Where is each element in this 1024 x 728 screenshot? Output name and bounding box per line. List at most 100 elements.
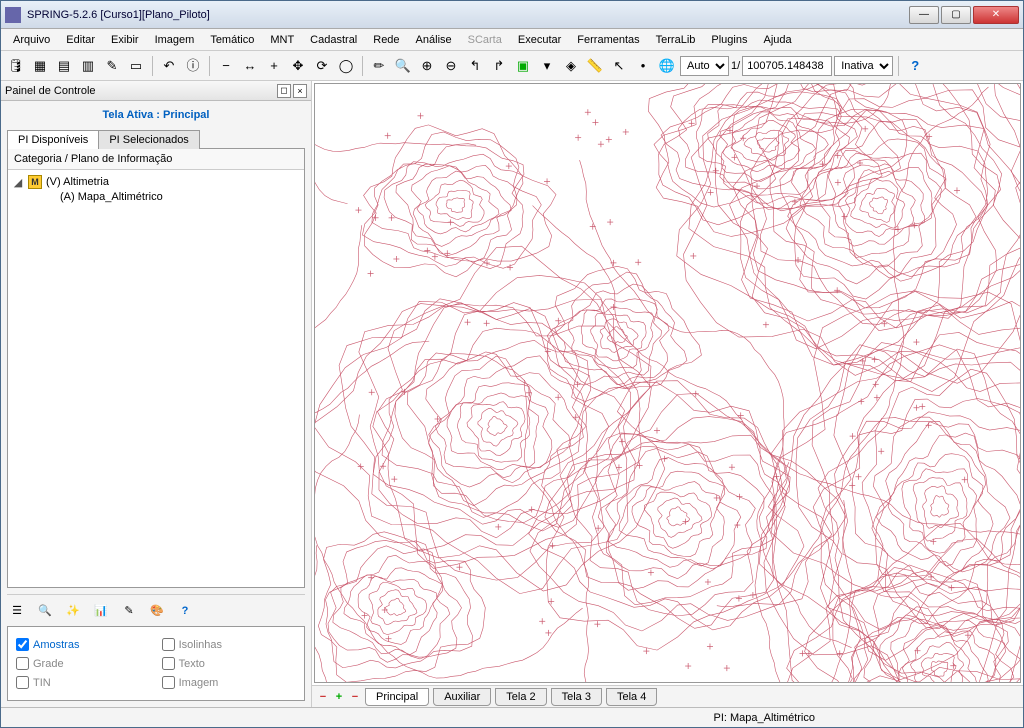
tab-pi-disponiveis[interactable]: PI Disponíveis xyxy=(7,130,99,149)
check-grade[interactable]: Grade xyxy=(16,657,150,670)
lasso-icon[interactable]: ◯ xyxy=(335,55,357,77)
canvas-area: − + − Principal Auxiliar Tela 2 Tela 3 T… xyxy=(312,81,1023,707)
contour-lines xyxy=(315,84,1020,683)
menu-plugins[interactable]: Plugins xyxy=(703,32,755,48)
list-icon[interactable]: ☰ xyxy=(7,601,27,621)
checkbox-grade[interactable] xyxy=(16,657,29,670)
scale-ratio-label: 1/ xyxy=(731,60,740,72)
maximize-button[interactable]: ▢ xyxy=(941,6,971,24)
check-imagem[interactable]: Imagem xyxy=(162,676,296,689)
window-title: SPRING-5.2.6 [Curso1][Plano_Piloto] xyxy=(27,9,909,21)
zoom-icon[interactable]: 🔍 xyxy=(392,55,414,77)
tree-category-label: (V) Altimetria xyxy=(46,176,109,188)
app-window: SPRING-5.2.6 [Curso1][Plano_Piloto] — ▢ … xyxy=(0,0,1024,728)
tree-body: ◢ M (V) Altimetria (A) Mapa_Altimétrico xyxy=(8,170,304,587)
checkbox-imagem[interactable] xyxy=(162,676,175,689)
check-tin[interactable]: TIN xyxy=(16,676,150,689)
tree-category-row[interactable]: ◢ M (V) Altimetria xyxy=(10,174,302,190)
menu-rede[interactable]: Rede xyxy=(365,32,407,48)
tree-header: Categoria / Plano de Informação xyxy=(8,149,304,170)
menu-analise[interactable]: Análise xyxy=(408,32,460,48)
move-icon[interactable]: ✥ xyxy=(287,55,309,77)
measure-icon[interactable]: 📏 xyxy=(584,55,606,77)
scale-mode-select[interactable]: Auto xyxy=(680,56,729,76)
menu-editar[interactable]: Editar xyxy=(58,32,103,48)
minimize-button[interactable]: — xyxy=(909,6,939,24)
tab-remove-icon[interactable]: − xyxy=(316,690,330,704)
next-icon[interactable]: ↱ xyxy=(488,55,510,77)
help-icon[interactable]: ? xyxy=(904,55,926,77)
panel-title: Painel de Controle xyxy=(5,85,96,97)
zoom-out-icon[interactable]: − xyxy=(215,55,237,77)
palette-icon[interactable]: 🎨 xyxy=(147,601,167,621)
select-rect-icon[interactable]: ▭ xyxy=(125,55,147,77)
layers-icon[interactable]: ▦ xyxy=(29,55,51,77)
tab-tela2[interactable]: Tela 2 xyxy=(495,688,546,706)
tree-collapse-icon[interactable]: ◢ xyxy=(12,176,24,189)
extent-icon[interactable]: ▣ xyxy=(512,55,534,77)
check-amostras[interactable]: Amostras xyxy=(16,638,150,651)
chart-icon[interactable]: 📊 xyxy=(91,601,111,621)
active-screen-label: Tela Ativa : Principal xyxy=(1,101,311,129)
checkbox-texto[interactable] xyxy=(162,657,175,670)
titlebar: SPRING-5.2.6 [Curso1][Plano_Piloto] — ▢ … xyxy=(1,1,1023,29)
help-panel-icon[interactable]: ? xyxy=(175,601,195,621)
scale-value-input[interactable] xyxy=(742,56,832,76)
table-icon[interactable]: ▥ xyxy=(77,55,99,77)
view-tabs: − + − Principal Auxiliar Tela 2 Tela 3 T… xyxy=(312,685,1023,707)
tree-layer-row[interactable]: (A) Mapa_Altimétrico xyxy=(10,190,302,204)
tab-auxiliar[interactable]: Auxiliar xyxy=(433,688,491,706)
menu-exibir[interactable]: Exibir xyxy=(103,32,147,48)
tab-tela3[interactable]: Tela 3 xyxy=(551,688,602,706)
pencil-icon[interactable]: ✏ xyxy=(368,55,390,77)
zoom-layer-icon[interactable]: ◈ xyxy=(560,55,582,77)
search-db-icon[interactable]: 🔍 xyxy=(35,601,55,621)
tab-tela4[interactable]: Tela 4 xyxy=(606,688,657,706)
menu-imagem[interactable]: Imagem xyxy=(147,32,203,48)
app-icon xyxy=(5,7,21,23)
undo-icon[interactable]: ↶ xyxy=(158,55,180,77)
toolbar: 🛢 ▦ ▤ ▥ ✎ ▭ ↶ ⓘ − ↔ + ✥ ⟳ ◯ ✏ 🔍 ⊕ ⊖ ↰ ↱ … xyxy=(1,51,1023,81)
menu-ferramentas[interactable]: Ferramentas xyxy=(569,32,647,48)
menu-scarta[interactable]: SCarta xyxy=(460,32,510,48)
magic-icon[interactable]: ✨ xyxy=(63,601,83,621)
globe-icon[interactable]: 🌐 xyxy=(656,55,678,77)
category-m-icon: M xyxy=(28,175,42,189)
menu-mnt[interactable]: MNT xyxy=(262,32,302,48)
map-view[interactable] xyxy=(314,83,1021,683)
pan-icon[interactable]: ↔ xyxy=(239,55,261,77)
menu-tematico[interactable]: Temático xyxy=(202,32,262,48)
menu-arquivo[interactable]: Arquivo xyxy=(5,32,58,48)
checkbox-tin[interactable] xyxy=(16,676,29,689)
checkbox-amostras[interactable] xyxy=(16,638,29,651)
refresh-icon[interactable]: ⟳ xyxy=(311,55,333,77)
zoom-minus-icon[interactable]: ⊖ xyxy=(440,55,462,77)
grid-icon[interactable]: ▤ xyxy=(53,55,75,77)
menu-terralib[interactable]: TerraLib xyxy=(648,32,704,48)
database-icon[interactable]: 🛢 xyxy=(5,55,27,77)
status-mode-select[interactable]: Inativa xyxy=(834,56,893,76)
marker-icon[interactable]: • xyxy=(632,55,654,77)
close-button[interactable]: ✕ xyxy=(973,6,1019,24)
zoom-plus-icon[interactable]: ⊕ xyxy=(416,55,438,77)
menu-ajuda[interactable]: Ajuda xyxy=(755,32,799,48)
prev-icon[interactable]: ↰ xyxy=(464,55,486,77)
dropdown-icon[interactable]: ▾ xyxy=(536,55,558,77)
pointer-icon[interactable]: ↖ xyxy=(608,55,630,77)
info-icon[interactable]: ⓘ xyxy=(182,55,204,77)
zoom-in-icon[interactable]: + xyxy=(263,55,285,77)
panel-close-button[interactable]: × xyxy=(293,84,307,98)
tab-principal[interactable]: Principal xyxy=(365,688,429,706)
menu-cadastral[interactable]: Cadastral xyxy=(302,32,365,48)
check-isolinhas[interactable]: Isolinhas xyxy=(162,638,296,651)
panel-undock-button[interactable]: ◻ xyxy=(277,84,291,98)
pencil-icon[interactable]: ✎ xyxy=(119,601,139,621)
tab-pi-selecionados[interactable]: PI Selecionados xyxy=(98,130,200,149)
statusbar: PI: Mapa_Altimétrico xyxy=(1,707,1023,727)
menu-executar[interactable]: Executar xyxy=(510,32,569,48)
tab-close-icon[interactable]: − xyxy=(348,690,362,704)
checkbox-isolinhas[interactable] xyxy=(162,638,175,651)
tab-add-icon[interactable]: + xyxy=(332,690,346,704)
edit-icon[interactable]: ✎ xyxy=(101,55,123,77)
check-texto[interactable]: Texto xyxy=(162,657,296,670)
